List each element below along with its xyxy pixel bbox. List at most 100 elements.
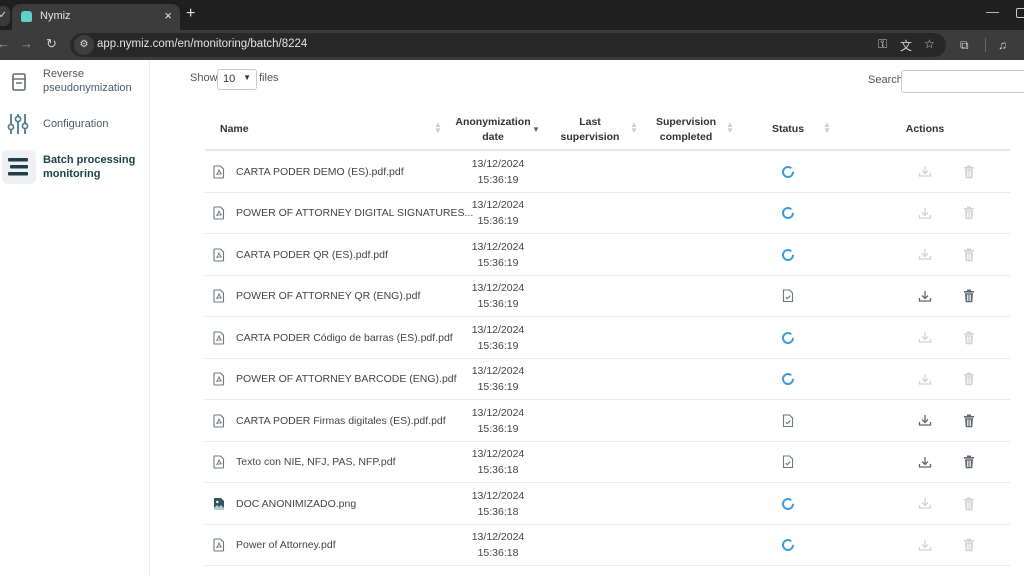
search-input[interactable] — [901, 70, 1024, 93]
download-button[interactable] — [915, 442, 935, 483]
column-label: Status — [771, 123, 805, 135]
status-icon — [778, 400, 798, 441]
download-button[interactable] — [915, 276, 935, 317]
download-button[interactable] — [915, 359, 935, 400]
delete-button[interactable] — [959, 276, 979, 317]
tab-close-icon[interactable]: × — [164, 8, 172, 23]
delete-button[interactable] — [959, 193, 979, 234]
column-status[interactable]: Status — [753, 108, 823, 151]
download-button[interactable] — [915, 317, 935, 358]
batch-files-table: Name ▲ ▼ Anonymization date ▼ Last superv… — [205, 108, 1010, 566]
download-icon — [918, 539, 932, 551]
column-label: Anonymization date — [455, 115, 531, 143]
status-icon — [778, 483, 798, 524]
download-button[interactable] — [915, 525, 935, 566]
completed-file-icon — [782, 455, 794, 469]
delete-button[interactable] — [959, 442, 979, 483]
download-icon — [918, 332, 932, 343]
key-icon[interactable]: ⚿ — [878, 37, 887, 52]
sort-icon[interactable]: ▲ ▼ — [434, 121, 442, 135]
sidebar-item-label: Batch processing monitoring — [43, 154, 136, 180]
page-size-select[interactable]: 10 ▼ — [217, 69, 257, 90]
file-name: POWER OF ATTORNEY QR (ENG).pdf — [236, 290, 421, 302]
reload-icon[interactable]: ↻ — [46, 36, 57, 52]
file-type-icon — [213, 442, 225, 483]
minimize-icon[interactable]: — — [986, 4, 999, 19]
table-header: Name ▲ ▼ Anonymization date ▼ Last superv… — [205, 108, 1010, 151]
download-button[interactable] — [915, 151, 935, 192]
url-text[interactable]: app.nymiz.com/en/monitoring/batch/8224 — [97, 38, 307, 50]
maximize-icon[interactable] — [1016, 8, 1024, 18]
extensions-icon[interactable]: ⧉ — [960, 38, 969, 53]
download-button[interactable] — [915, 234, 935, 275]
table-row[interactable]: CARTA PODER Firmas digitales (ES).pdf.pd… — [205, 400, 1010, 442]
status-icon — [778, 193, 798, 234]
sidebar-item-batch-processing-monitoring[interactable]: Batch processing monitoring — [0, 148, 150, 188]
tab-search-button[interactable]: ✓ — [0, 6, 10, 26]
forward-icon[interactable]: → — [20, 36, 33, 51]
column-anonymization-date[interactable]: Anonymization date — [453, 108, 533, 151]
download-button[interactable] — [915, 483, 935, 524]
media-icon[interactable]: ♫ — [998, 38, 1007, 52]
document-icon — [2, 68, 36, 102]
time-text: 15:36:19 — [477, 381, 519, 393]
column-label: Name — [220, 123, 249, 135]
status-icon — [778, 359, 798, 400]
processing-spinner-icon — [782, 165, 794, 178]
download-button[interactable] — [915, 193, 935, 234]
delete-button[interactable] — [959, 151, 979, 192]
column-last-supervision[interactable]: Last supervision — [555, 108, 625, 151]
column-label: Supervision completed — [655, 115, 717, 143]
date-text: 13/12/2024 — [471, 406, 525, 419]
back-icon[interactable]: ← — [0, 36, 10, 51]
trash-icon — [964, 414, 974, 427]
star-icon[interactable]: ☆ — [924, 37, 935, 51]
table-row[interactable]: POWER OF ATTORNEY QR (ENG).pdf 13/12/202… — [205, 276, 1010, 317]
sort-icon[interactable]: ▲ ▼ — [726, 121, 734, 135]
table-row[interactable]: CARTA PODER Código de barras (ES).pdf.pd… — [205, 317, 1010, 359]
delete-button[interactable] — [959, 234, 979, 275]
download-button[interactable] — [915, 400, 935, 441]
table-row[interactable]: CARTA PODER QR (ES).pdf.pdf 13/12/2024 15… — [205, 234, 1010, 276]
file-type-icon — [213, 400, 225, 441]
table-row[interactable]: Texto con NIE, NFJ, PAS, NFP.pdf 13/12/2… — [205, 442, 1010, 483]
table-row[interactable]: POWER OF ATTORNEY DIGITAL SIGNATURES... … — [205, 193, 1010, 234]
table-row[interactable]: Power of Attorney.pdf 13/12/2024 15:36:18 — [205, 525, 1010, 566]
time-text: 15:36:19 — [477, 422, 519, 435]
table-row[interactable]: CARTA PODER DEMO (ES).pdf.pdf 13/12/2024… — [205, 151, 1010, 193]
anonymization-date: 13/12/2024 15:36:19 — [453, 151, 543, 192]
anonymization-date: 13/12/2024 15:36:18 — [453, 483, 543, 524]
delete-button[interactable] — [959, 317, 979, 358]
table-row[interactable]: DOC ANONIMIZADO.png 13/12/2024 15:36:18 — [205, 483, 1010, 525]
column-supervision-completed[interactable]: Supervision completed — [650, 108, 722, 151]
translate-icon[interactable]: 文 — [900, 37, 912, 54]
sidebar-item-configuration[interactable]: Configuration — [0, 106, 150, 146]
delete-button[interactable] — [959, 400, 979, 441]
sidebar-item-reverse-pseudonymization[interactable]: Reverse pseudonymization — [0, 66, 150, 106]
file-name: Texto con NIE, NFJ, PAS, NFP.pdf — [236, 456, 396, 468]
sort-icon[interactable]: ▲ ▼ — [823, 121, 831, 135]
processing-spinner-icon — [782, 207, 794, 219]
file-type-icon — [213, 193, 225, 234]
sort-desc-icon[interactable]: ▼ — [532, 126, 540, 134]
trash-icon — [964, 289, 974, 303]
file-name: POWER OF ATTORNEY DIGITAL SIGNATURES... — [236, 207, 474, 219]
delete-button[interactable] — [959, 483, 979, 524]
nymiz-favicon-icon — [21, 11, 32, 22]
sort-icon[interactable]: ▲ ▼ — [630, 121, 638, 135]
trash-icon — [964, 248, 974, 261]
new-tab-button[interactable]: + — [186, 5, 195, 23]
delete-button[interactable] — [959, 359, 979, 400]
address-bar[interactable]: ⚙ app.nymiz.com/en/monitoring/batch/8224… — [70, 33, 946, 57]
delete-button[interactable] — [959, 525, 979, 566]
processing-spinner-icon — [782, 248, 794, 261]
site-settings-icon[interactable]: ⚙ — [74, 35, 94, 55]
column-name[interactable]: Name — [220, 108, 420, 151]
download-icon — [918, 166, 932, 177]
column-actions: Actions — [885, 108, 965, 151]
processing-spinner-icon — [782, 331, 794, 344]
table-row[interactable]: POWER OF ATTORNEY BARCODE (ENG).pdf 13/1… — [205, 359, 1010, 400]
browser-tab[interactable]: Nymiz × — [12, 4, 180, 30]
time-text: 15:36:19 — [477, 298, 519, 310]
time-text: 15:36:18 — [477, 505, 519, 518]
